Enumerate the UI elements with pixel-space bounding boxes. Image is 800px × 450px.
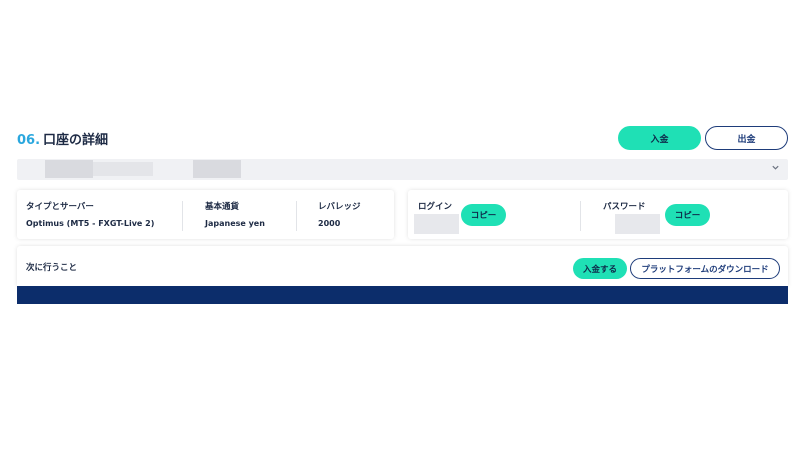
currency-label: 基本通貨: [205, 202, 240, 212]
page-title: 06. 口座の詳細: [17, 129, 108, 148]
server-value: Optimus (MT5 - FXGT-Live 2): [26, 219, 155, 228]
download-platform-button[interactable]: プラットフォームのダウンロード: [630, 258, 780, 279]
footer-bar: [17, 286, 788, 304]
section-header: 06. 口座の詳細 入金 出金: [17, 125, 788, 153]
credentials-card: ログイン コピー パスワード コピー: [408, 190, 788, 239]
leverage-value: 2000: [318, 219, 341, 228]
redacted-login: [414, 214, 459, 234]
section-number: 06.: [17, 133, 41, 148]
server-label: タイプとサーバー: [26, 202, 94, 212]
divider: [182, 201, 183, 231]
login-label: ログイン: [418, 202, 453, 212]
account-selector[interactable]: [17, 159, 788, 180]
password-label: パスワード: [603, 202, 646, 212]
next-steps-label: 次に行うこと: [26, 263, 78, 273]
copy-password-button[interactable]: コピー: [665, 204, 710, 226]
redacted-block: [93, 162, 153, 176]
deposit-now-button[interactable]: 入金する: [573, 258, 627, 279]
section-title-text: 口座の詳細: [43, 133, 109, 148]
redacted-block: [193, 160, 241, 178]
divider: [296, 201, 297, 231]
account-details-page: 06. 口座の詳細 入金 出金 タイプとサーバー Optimus (MT5 - F…: [0, 0, 800, 450]
next-steps-card: 次に行うこと 入金する プラットフォームのダウンロード: [17, 246, 788, 286]
account-info-card: タイプとサーバー Optimus (MT5 - FXGT-Live 2) 基本通…: [17, 190, 394, 239]
redacted-password: [615, 214, 660, 234]
currency-value: Japanese yen: [205, 219, 265, 228]
divider: [580, 201, 581, 231]
deposit-button[interactable]: 入金: [618, 126, 701, 150]
chevron-down-icon[interactable]: [771, 163, 780, 175]
copy-login-button[interactable]: コピー: [461, 204, 506, 226]
leverage-label: レバレッジ: [318, 202, 361, 212]
redacted-block: [45, 160, 93, 178]
withdraw-button[interactable]: 出金: [705, 126, 788, 150]
